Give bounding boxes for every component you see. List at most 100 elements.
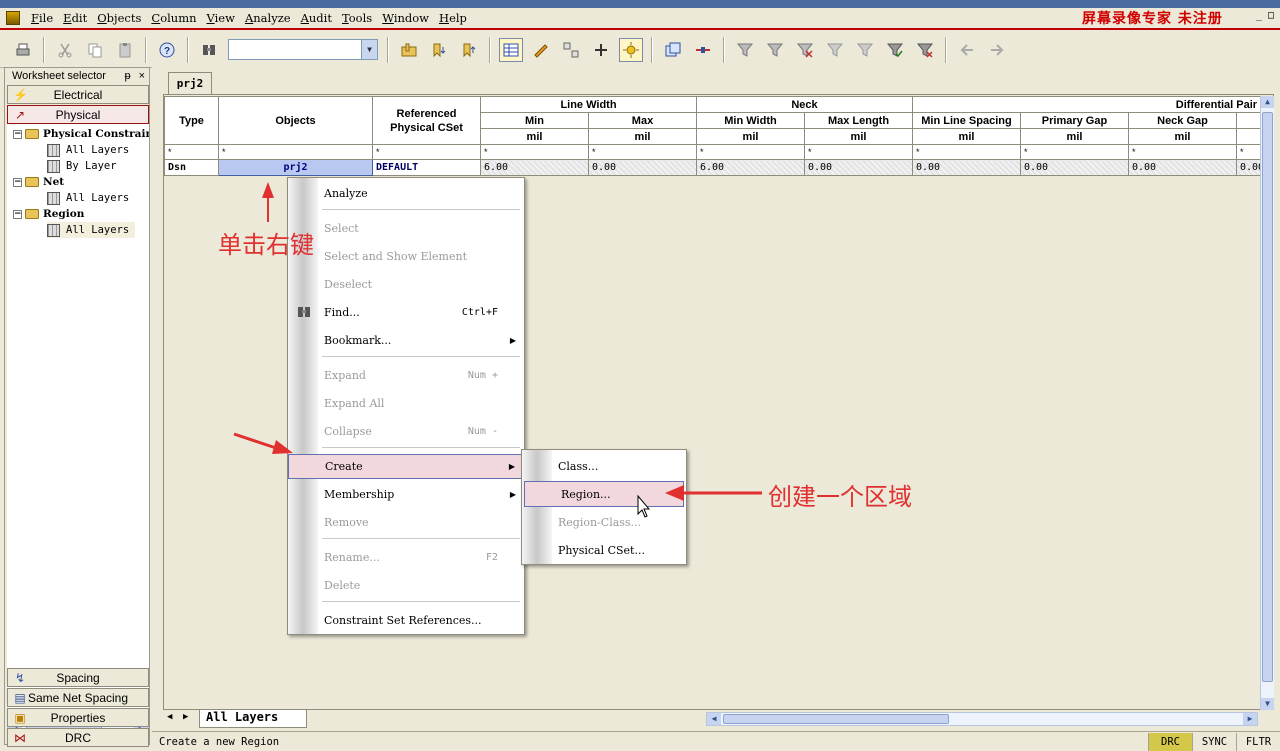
maximize-button[interactable]: □ [1268, 10, 1274, 21]
document-tab-prj2[interactable]: prj2 [168, 72, 212, 94]
pin-icon[interactable]: ᵽ [124, 70, 130, 82]
cell-neck-min-width[interactable]: 6.00 [696, 159, 805, 176]
menu-item-constraint-set-references[interactable]: Constraint Set References... [288, 609, 524, 631]
sun-highlight-icon[interactable] [619, 37, 643, 62]
menu-tools[interactable]: Tools [337, 11, 377, 25]
cell-min-line-spacing[interactable]: 0.00 [912, 159, 1021, 176]
tree-node-region[interactable]: − Region [13, 206, 84, 222]
bookmark-prev-icon[interactable] [457, 38, 481, 62]
horizontal-scrollbar[interactable]: ◀ ▶ [706, 712, 1258, 726]
worksheet-view-icon[interactable] [499, 37, 523, 62]
tree-node-physical-cset[interactable]: − Physical Constraint Set [13, 126, 149, 142]
header-objects[interactable]: Objects [218, 96, 373, 145]
header-referenced-cset[interactable]: Referenced Physical CSet [372, 96, 481, 145]
tree-item-all-layers[interactable]: All Layers [47, 142, 129, 158]
scroll-right-icon[interactable]: ▶ [1243, 713, 1257, 725]
menu-item-rename[interactable]: Rename... F2 [288, 546, 524, 568]
scrollbar-thumb[interactable] [723, 714, 949, 724]
cell-cset[interactable]: DEFAULT [372, 159, 481, 176]
tab-prev-icon[interactable]: ◀ [167, 712, 172, 722]
menu-window[interactable]: Window [377, 11, 434, 25]
bookmark-next-icon[interactable] [427, 38, 451, 62]
filter-icon[interactable] [733, 38, 757, 62]
minimize-button[interactable]: _ [1256, 10, 1262, 21]
windows-cascade-icon[interactable] [661, 38, 685, 62]
grid-layout-icon[interactable] [559, 38, 583, 62]
menu-help[interactable]: Help [434, 11, 472, 25]
cell-neck-max-length[interactable]: 0.00 [804, 159, 913, 176]
menu-item-select-and-show[interactable]: Select and Show Element [288, 245, 524, 267]
status-fltr[interactable]: FLTR [1236, 732, 1280, 751]
forward-arrow-icon[interactable] [985, 38, 1009, 62]
filter-show-icon[interactable] [823, 38, 847, 62]
filter-cell[interactable]: * [372, 144, 481, 160]
menu-item-select[interactable]: Select [288, 217, 524, 239]
filter-cell[interactable]: * [1128, 144, 1237, 160]
print-icon[interactable] [11, 38, 35, 62]
menu-item-deselect[interactable]: Deselect [288, 273, 524, 295]
submenu-item-region-class[interactable]: Region-Class... [522, 511, 686, 533]
header-max-length[interactable]: Max Length [804, 112, 913, 129]
submenu-item-region[interactable]: Region... [524, 481, 684, 507]
cut-icon[interactable] [53, 38, 77, 62]
filter-cell[interactable]: * [804, 144, 913, 160]
filter-clear-icon[interactable] [913, 38, 937, 62]
menu-item-expand-all[interactable]: Expand All [288, 392, 524, 414]
scrollbar-thumb[interactable] [1262, 112, 1273, 682]
menu-view[interactable]: View [202, 11, 240, 25]
header-primary-gap[interactable]: Primary Gap [1020, 112, 1129, 129]
ws-tab-physical[interactable]: ↗ Physical [7, 105, 149, 124]
menu-file[interactable]: File [26, 11, 58, 25]
component-icon[interactable] [589, 38, 613, 62]
object-filter-combo[interactable]: ▼ [228, 39, 378, 60]
filter-add-icon[interactable] [763, 38, 787, 62]
status-drc[interactable]: DRC [1148, 732, 1192, 751]
close-icon[interactable]: × [139, 70, 145, 82]
tree-node-net[interactable]: − Net [13, 174, 64, 190]
filter-cell[interactable]: * [588, 144, 697, 160]
bookmark-folder-icon[interactable] [397, 38, 421, 62]
menu-column[interactable]: Column [146, 11, 201, 25]
filter-cell[interactable]: * [696, 144, 805, 160]
header-neck[interactable]: Neck [696, 96, 913, 113]
cell-line-width-max[interactable]: 0.00 [588, 159, 697, 176]
ws-tab-drc[interactable]: ⋈ DRC [7, 728, 149, 747]
cell-primary-gap[interactable]: 0.00 [1020, 159, 1129, 176]
submenu-item-physical-cset[interactable]: Physical CSet... [522, 539, 686, 561]
header-differential-pair[interactable]: Differential Pair [911, 96, 1269, 113]
menu-item-delete[interactable]: Delete [288, 574, 524, 596]
menu-objects[interactable]: Objects [92, 11, 146, 25]
menu-audit[interactable]: Audit [296, 11, 337, 25]
filter-remove-icon[interactable] [793, 38, 817, 62]
collapse-icon[interactable]: − [13, 129, 22, 139]
menu-item-membership[interactable]: Membership ▶ [288, 483, 524, 505]
net-connect-icon[interactable] [691, 38, 715, 62]
filter-hide-icon[interactable] [853, 38, 877, 62]
cell-type[interactable]: Dsn [164, 159, 219, 176]
collapse-icon[interactable]: − [13, 209, 22, 219]
filter-cell[interactable]: * [1020, 144, 1129, 160]
chevron-down-icon[interactable]: ▼ [361, 40, 377, 59]
menu-item-bookmark[interactable]: Bookmark... ▶ [288, 329, 524, 351]
tab-next-icon[interactable]: ▶ [183, 712, 188, 722]
menu-edit[interactable]: Edit [58, 11, 92, 25]
filter-cell[interactable]: * [218, 144, 373, 160]
header-neck-gap[interactable]: Neck Gap [1128, 112, 1237, 129]
header-min[interactable]: Min [480, 112, 589, 129]
collapse-icon[interactable]: − [13, 177, 22, 187]
header-max[interactable]: Max [588, 112, 697, 129]
ws-tab-electrical[interactable]: ⚡ Electrical [7, 85, 149, 104]
menu-item-remove[interactable]: Remove [288, 511, 524, 533]
menu-item-collapse[interactable]: Collapse Num - [288, 420, 524, 442]
header-min-width[interactable]: Min Width [696, 112, 805, 129]
back-arrow-icon[interactable] [955, 38, 979, 62]
ws-tab-same-net-spacing[interactable]: ▤ Same Net Spacing [7, 688, 149, 707]
scroll-down-icon[interactable]: ▼ [1261, 698, 1274, 710]
status-sync[interactable]: SYNC [1192, 732, 1236, 751]
help-icon[interactable]: ? [155, 38, 179, 62]
menu-item-expand[interactable]: Expand Num + [288, 364, 524, 386]
vertical-scrollbar[interactable]: ▲ ▼ [1260, 96, 1274, 710]
scroll-left-icon[interactable]: ◀ [707, 713, 721, 725]
scroll-up-icon[interactable]: ▲ [1261, 96, 1274, 108]
filter-cell[interactable]: * [480, 144, 589, 160]
